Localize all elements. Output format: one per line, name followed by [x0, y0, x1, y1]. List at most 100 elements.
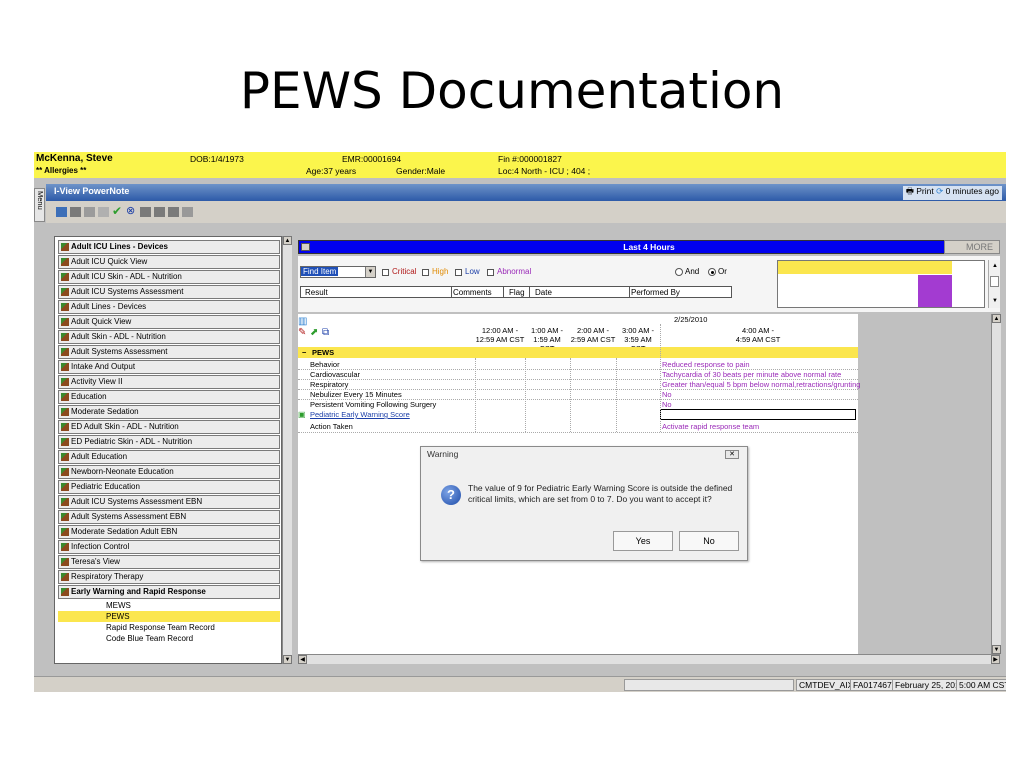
critical-label: Critical [392, 267, 417, 276]
row-value-nebulizer[interactable]: No [662, 390, 672, 399]
allergies-label[interactable]: ** Allergies ** [36, 166, 86, 175]
column-flag[interactable]: Flag [509, 288, 525, 297]
abnormal-checkbox[interactable] [487, 269, 494, 276]
nav-band-item[interactable]: Adult Systems Assessment EBN [58, 510, 280, 524]
nav-band-item[interactable]: Intake And Output [58, 360, 280, 374]
sign-check-icon[interactable]: ✔ [112, 204, 122, 218]
time-column-2-end: 2:59 AM CST [570, 335, 616, 344]
nav-band-item[interactable]: Teresa's View [58, 555, 280, 569]
nav-band-item[interactable]: Respiratory Therapy [58, 570, 280, 584]
nav-band-item[interactable]: Adult ICU Systems Assessment EBN [58, 495, 280, 509]
find-item-dropdown[interactable]: Find Item ▼ [300, 266, 376, 278]
calendar-icon[interactable] [140, 207, 151, 217]
legend-scroll-thumb[interactable] [990, 276, 999, 287]
row-value-cardiovascular[interactable]: Tachycardia of 30 beats per minute above… [662, 370, 841, 379]
nav-band-item[interactable]: Adult Systems Assessment [58, 345, 280, 359]
grid-scroll-up-icon[interactable]: ▲ [992, 314, 1001, 323]
calculator-icon[interactable]: ▣ [298, 410, 306, 419]
grid-scrollbar[interactable]: ▲ ▼ [991, 314, 1001, 654]
nav-band-item[interactable]: Adult ICU Lines - Devices [58, 240, 280, 254]
document-icon[interactable] [168, 207, 179, 217]
time-column-0[interactable]: 12:00 AM - 12:59 AM CST [475, 326, 525, 344]
nav-band-item[interactable]: Adult Education [58, 450, 280, 464]
time-column-2[interactable]: 2:00 AM - 2:59 AM CST [570, 326, 616, 344]
print-button[interactable]: Print [916, 186, 933, 196]
chevron-down-icon[interactable]: ▼ [365, 267, 375, 277]
nav-band-item[interactable]: Early Warning and Rapid Response [58, 585, 280, 599]
section-collapse-icon[interactable]: − [302, 348, 306, 357]
grid-hscrollbar[interactable]: ◀ ▶ [298, 654, 1000, 664]
nav-section-item[interactable]: MEWS [58, 600, 280, 611]
column-result[interactable]: Result [305, 288, 328, 297]
graph-icon[interactable]: ⬈ [310, 327, 318, 338]
chart-icon[interactable]: ▥ [298, 316, 307, 327]
nav-band-item[interactable]: Adult Skin - ADL - Nutrition [58, 330, 280, 344]
column-comments[interactable]: Comments [453, 288, 492, 297]
nav-band-item[interactable]: ED Pediatric Skin - ADL - Nutrition [58, 435, 280, 449]
nav-band-item[interactable]: Adult ICU Quick View [58, 255, 280, 269]
nav-band-item[interactable]: Adult Lines - Devices [58, 300, 280, 314]
row-value-action-taken[interactable]: Activate rapid response team [662, 422, 759, 431]
nav-band-item[interactable]: Pediatric Education [58, 480, 280, 494]
more-button[interactable]: MORE [944, 240, 1000, 254]
grid-scroll-right-icon[interactable]: ▶ [991, 655, 1000, 664]
no-button[interactable]: No [679, 531, 739, 551]
table-icon[interactable] [70, 207, 81, 217]
nav-band-item[interactable]: Moderate Sedation Adult EBN [58, 525, 280, 539]
dialog-message: The value of 9 for Pediatric Early Warni… [468, 483, 733, 504]
folder-icon[interactable] [182, 207, 193, 217]
copy-icon[interactable]: ⧉ [322, 327, 329, 338]
pews-score-input[interactable] [660, 409, 856, 420]
flowsheet-icon[interactable] [56, 207, 67, 217]
row-value-behavior[interactable]: Reduced response to pain [662, 360, 750, 369]
high-label: High [432, 267, 449, 276]
low-checkbox[interactable] [455, 269, 462, 276]
critical-checkbox[interactable] [382, 269, 389, 276]
cancel-icon[interactable]: ⊗ [126, 204, 135, 217]
refresh-icon[interactable]: ⟳ [936, 186, 943, 196]
column-date[interactable]: Date [535, 288, 552, 297]
legend-scroll-up-icon[interactable]: ▲ [992, 263, 998, 269]
legend-scroll-down-icon[interactable]: ▼ [992, 298, 998, 304]
pews-section-header[interactable]: − PEWS [298, 347, 858, 358]
nav-band-item[interactable]: Infection Control [58, 540, 280, 554]
nav-band-item[interactable]: ED Adult Skin - ADL - Nutrition [58, 420, 280, 434]
nav-band-item[interactable]: Moderate Sedation [58, 405, 280, 419]
menu-tab[interactable]: Menu [34, 188, 45, 222]
row-value-respiratory[interactable]: Greater than/equal 5 bpm below normal,re… [662, 380, 860, 389]
patient-banner: McKenna, Steve ** Allergies ** DOB:1/4/1… [34, 152, 1006, 178]
row-value-vomiting[interactable]: No [662, 400, 672, 409]
legend-scrollbar[interactable]: ▲ ▼ [988, 260, 1000, 308]
signature-icon[interactable] [98, 207, 109, 217]
grid-scroll-left-icon[interactable]: ◀ [298, 655, 307, 664]
high-checkbox[interactable] [422, 269, 429, 276]
navigator-scrollbar[interactable]: ▲ ▼ [282, 236, 292, 664]
or-radio[interactable] [708, 268, 716, 276]
and-radio[interactable] [675, 268, 683, 276]
row-label-pews-score[interactable]: Pediatric Early Warning Score [310, 410, 410, 419]
nav-scroll-up-icon[interactable]: ▲ [283, 236, 292, 245]
nav-section-item[interactable]: Code Blue Team Record [58, 633, 280, 644]
print-icon[interactable]: 🖶 [906, 186, 914, 196]
nav-section-item[interactable]: Rapid Response Team Record [58, 622, 280, 633]
iview-titlebar: I-View PowerNote 🖶 Print ⟳ 0 minutes ago [46, 184, 1006, 201]
nav-band-item[interactable]: Newborn-Neonate Education [58, 465, 280, 479]
nav-band-item[interactable]: Education [58, 390, 280, 404]
close-icon[interactable]: ✕ [725, 450, 739, 459]
list-icon[interactable] [84, 207, 95, 217]
grid-scroll-down-icon[interactable]: ▼ [992, 645, 1001, 654]
yes-button[interactable]: Yes [613, 531, 673, 551]
time-column-4[interactable]: 4:00 AM - 4:59 AM CST [660, 326, 856, 344]
nav-band-item[interactable]: Adult Quick View [58, 315, 280, 329]
refresh-status[interactable]: 0 minutes ago [946, 186, 999, 196]
grid-date: 2/25/2010 [674, 315, 708, 324]
nav-scroll-down-icon[interactable]: ▼ [283, 655, 292, 664]
column-performed-by[interactable]: Performed By [631, 288, 680, 297]
tools-icon[interactable]: ✎ [298, 327, 306, 338]
patient-name[interactable]: McKenna, Steve [36, 153, 113, 164]
nav-band-item[interactable]: Adult ICU Skin - ADL - Nutrition [58, 270, 280, 284]
nav-band-item[interactable]: Activity View II [58, 375, 280, 389]
grid-icon[interactable] [154, 207, 165, 217]
nav-section-item[interactable]: PEWS [58, 611, 280, 622]
nav-band-item[interactable]: Adult ICU Systems Assessment [58, 285, 280, 299]
